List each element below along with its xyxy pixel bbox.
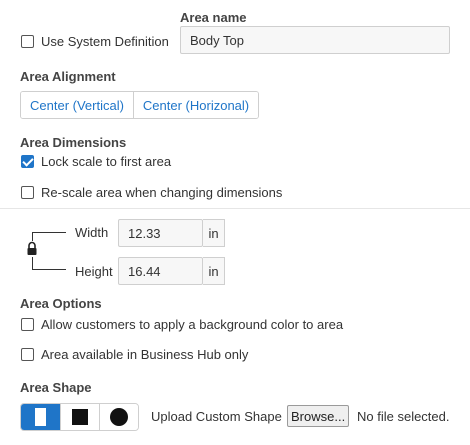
center-vertical-button[interactable]: Center (Vertical) — [21, 92, 133, 118]
center-horizontal-button[interactable]: Center (Horizonal) — [132, 92, 259, 118]
background-color-checkbox[interactable] — [21, 318, 34, 331]
shape-button-group — [20, 403, 139, 431]
height-unit: in — [203, 257, 225, 285]
upload-custom-shape-label: Upload Custom Shape — [151, 409, 282, 424]
lock-scale-label: Lock scale to first area — [41, 154, 172, 169]
square-shape-button[interactable] — [60, 404, 99, 430]
area-shape-label: Area Shape — [20, 380, 92, 395]
area-name-label: Area name — [180, 10, 247, 25]
square-icon — [72, 409, 88, 425]
height-input[interactable]: 16.44 — [118, 257, 203, 285]
height-field: 16.44 in — [118, 257, 225, 285]
circle-icon — [110, 408, 128, 426]
area-name-input[interactable]: Body Top — [180, 26, 450, 54]
use-system-definition-label: Use System Definition — [41, 34, 169, 49]
use-system-definition-row[interactable]: Use System Definition — [21, 34, 169, 49]
width-label: Width — [75, 225, 109, 240]
width-input[interactable]: 12.33 — [118, 219, 203, 247]
rectangle-icon — [35, 408, 46, 426]
height-label: Height — [75, 264, 113, 279]
padlock-icon[interactable] — [26, 241, 38, 257]
alignment-button-group: Center (Vertical) Center (Horizonal) — [20, 91, 260, 119]
background-color-label: Allow customers to apply a background co… — [41, 317, 344, 332]
lock-scale-checkbox[interactable] — [21, 155, 34, 168]
business-hub-label: Area available in Business Hub only — [41, 347, 249, 362]
circle-shape-button[interactable] — [99, 404, 138, 430]
business-hub-row[interactable]: Area available in Business Hub only — [21, 347, 248, 362]
browse-button[interactable]: Browse... — [287, 405, 350, 427]
area-alignment-label: Area Alignment — [20, 69, 116, 84]
width-field: 12.33 in — [118, 219, 225, 247]
divider — [0, 208, 470, 209]
area-options-label: Area Options — [20, 296, 102, 311]
use-system-definition-checkbox[interactable] — [21, 35, 34, 48]
business-hub-checkbox[interactable] — [21, 348, 34, 361]
rectangle-shape-button[interactable] — [21, 404, 60, 430]
rescale-checkbox[interactable] — [21, 186, 34, 199]
rescale-label: Re-scale area when changing dimensions — [41, 185, 283, 200]
file-status: No file selected. — [357, 409, 450, 424]
background-color-row[interactable]: Allow customers to apply a background co… — [21, 317, 343, 332]
lock-scale-row[interactable]: Lock scale to first area — [21, 154, 171, 169]
rescale-row[interactable]: Re-scale area when changing dimensions — [21, 185, 282, 200]
width-unit: in — [203, 219, 225, 247]
area-dimensions-label: Area Dimensions — [20, 135, 127, 150]
